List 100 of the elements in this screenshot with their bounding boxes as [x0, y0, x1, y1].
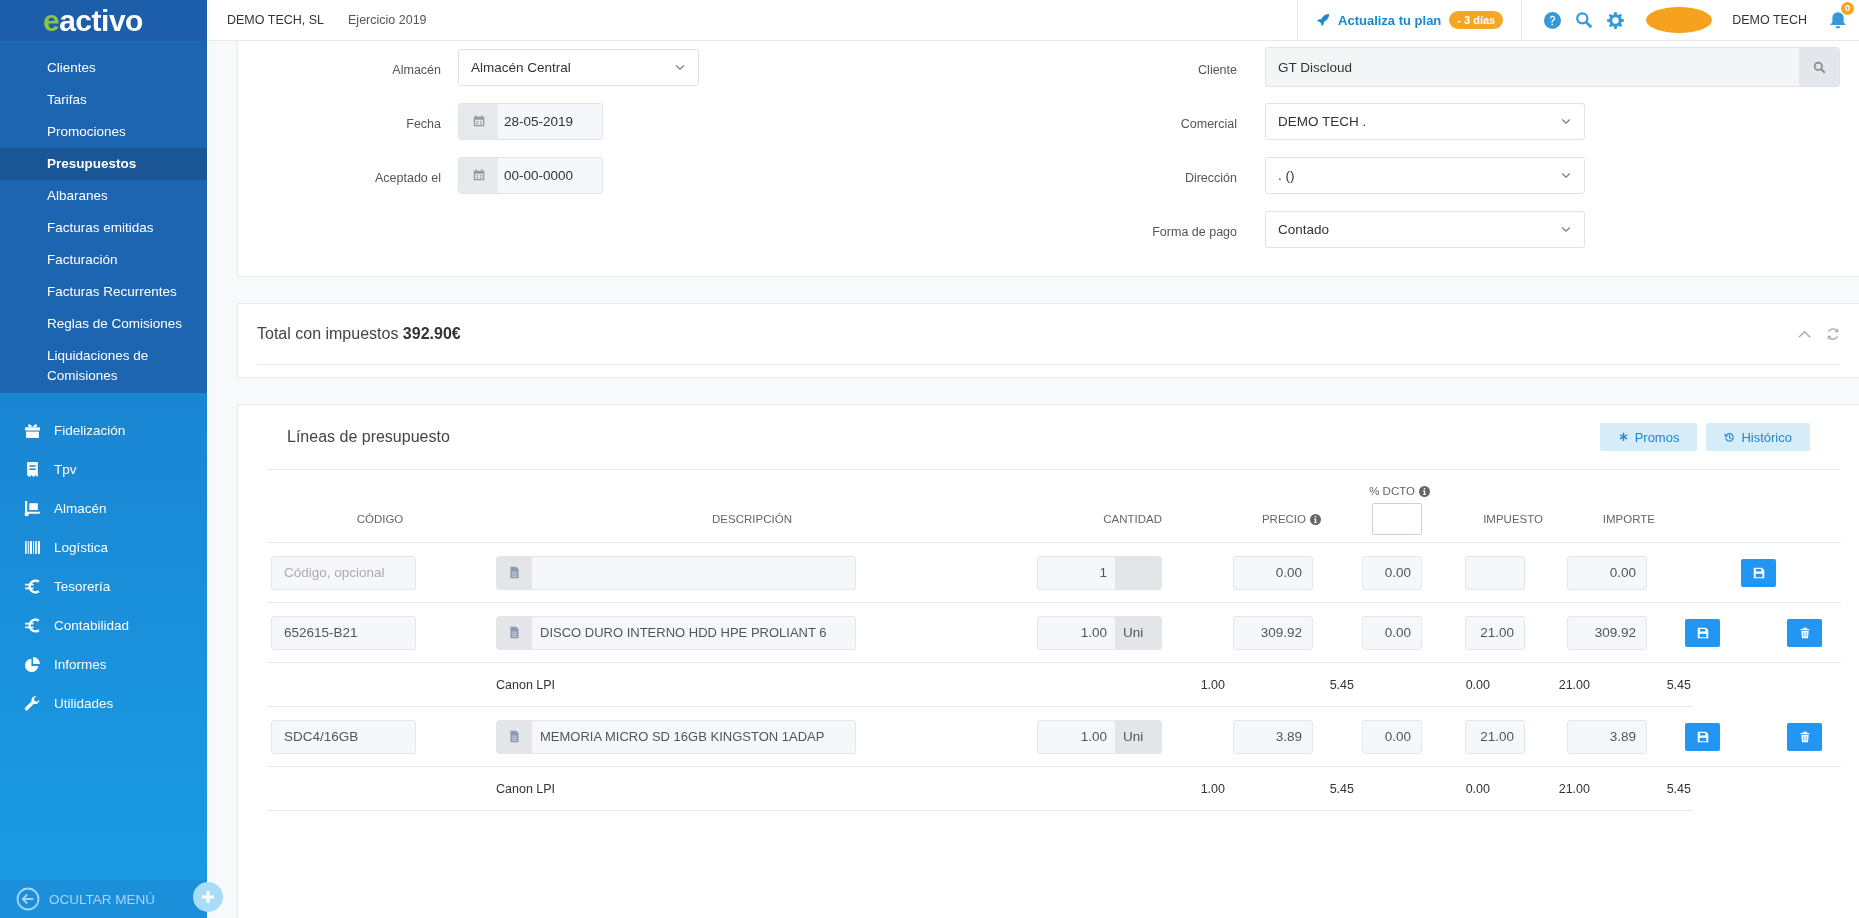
save-button[interactable]	[1685, 722, 1720, 751]
document-icon	[508, 566, 521, 579]
column-header: DESCRIPCIÓN	[712, 513, 792, 525]
select-field[interactable]: DEMO TECH .	[1265, 102, 1585, 140]
bell-icon	[1829, 11, 1847, 29]
submenu-item[interactable]: Clientes	[0, 52, 207, 84]
tax-field[interactable]: 21.00	[1465, 615, 1525, 650]
menu-item-label: Informes	[54, 657, 107, 672]
code-field[interactable]: SDC4/16GB	[271, 719, 416, 754]
column-header: % DCTO	[1369, 485, 1415, 497]
column-header: PRECIO	[1261, 513, 1306, 525]
discount-filter-input[interactable]	[1372, 503, 1422, 535]
description-field[interactable]	[496, 555, 856, 590]
field-label: Forma de pago	[1151, 224, 1237, 239]
help-icon	[1544, 11, 1562, 29]
menu-item-label: Tpv	[54, 462, 77, 477]
fee-discount: 0.00	[1464, 781, 1490, 796]
history-icon	[1724, 431, 1736, 443]
fee-tax: 21.00	[1557, 781, 1590, 796]
search-button[interactable]	[1799, 48, 1839, 86]
column-header: IMPORTE	[1602, 513, 1655, 525]
discount-field[interactable]: 0.00	[1362, 615, 1422, 650]
fee-amount: 5.45	[1665, 677, 1691, 692]
delete-button[interactable]	[1787, 618, 1822, 647]
submenu-item[interactable]: Facturas Recurrentes	[0, 276, 207, 308]
user-name[interactable]: DEMO TECH	[1732, 13, 1807, 27]
section-title: Líneas de presupuesto	[286, 428, 451, 446]
description-field[interactable]: MEMORIA MICRO SD 16GB KINGSTON 1ADAP	[496, 719, 856, 754]
info-icon	[1310, 513, 1321, 525]
column-header: CÓDIGO	[356, 513, 404, 525]
rocket-icon	[1316, 13, 1330, 27]
discount-field[interactable]: 0.00	[1362, 555, 1422, 590]
fee-discount: 0.00	[1464, 677, 1490, 692]
save-icon	[1696, 626, 1709, 639]
company-name: DEMO TECH, SL	[226, 13, 324, 27]
search-icon	[1812, 60, 1826, 74]
price-field[interactable]: 3.89	[1233, 719, 1313, 754]
barcode-icon	[24, 539, 41, 556]
menu-item-label: Logística	[54, 540, 109, 555]
trial-badge: - 3 días	[1449, 11, 1504, 29]
trash-icon	[1798, 626, 1811, 639]
hide-menu-label: OCULTAR MENÚ	[49, 891, 155, 907]
fiscal-year[interactable]: Ejercicio 2019	[348, 13, 427, 27]
description-field[interactable]: DISCO DURO INTERNO HDD HPE PROLIANT 6	[496, 615, 856, 650]
submenu-item[interactable]: Presupuestos	[0, 148, 207, 180]
submenu-item[interactable]: Reglas de Comisiones	[0, 308, 207, 340]
save-icon	[1752, 566, 1765, 579]
submenu-item[interactable]: Promociones	[0, 116, 207, 148]
euro-icon	[24, 617, 41, 634]
menu-item[interactable]: Logística	[0, 528, 207, 567]
save-button[interactable]	[1685, 618, 1720, 647]
price-field[interactable]: 309.92	[1233, 615, 1313, 650]
client-field[interactable]: GT Discloud	[1265, 47, 1840, 87]
quantity-field[interactable]: 1	[1037, 555, 1162, 590]
code-input[interactable]: Código, opcional	[271, 555, 416, 590]
submenu-item[interactable]: Tarifas	[0, 84, 207, 116]
amount-field[interactable]: 309.92	[1567, 615, 1647, 650]
info-icon	[1419, 485, 1430, 497]
quantity-field[interactable]: 1.00 Uni	[1037, 719, 1162, 754]
select-field[interactable]: Contado	[1265, 210, 1585, 248]
pie-chart-icon	[24, 656, 41, 673]
refresh-icon	[1826, 326, 1840, 341]
date-field[interactable]: 28-05-2019	[458, 102, 603, 140]
save-icon	[1696, 730, 1709, 743]
price-field[interactable]: 0.00	[1233, 555, 1313, 590]
delete-button[interactable]	[1787, 722, 1822, 751]
menu-item[interactable]: Tesorería	[0, 567, 207, 606]
save-button[interactable]	[1741, 558, 1776, 587]
discount-field[interactable]: 0.00	[1362, 719, 1422, 754]
column-header: IMPUESTO	[1483, 513, 1543, 525]
field-label: Comercial	[1179, 116, 1237, 131]
upgrade-link[interactable]: Actualiza tu plan	[1338, 12, 1442, 28]
fee-quantity: 1.00	[1199, 781, 1225, 796]
quantity-field[interactable]: 1.00 Uni	[1037, 615, 1162, 650]
app-logo: eactivo	[43, 3, 143, 38]
submenu-item[interactable]: Facturas emitidas	[0, 212, 207, 244]
field-label: Fecha	[405, 116, 441, 131]
wrench-icon	[24, 695, 41, 712]
submenu-item[interactable]: Liquidaciones de Comisiones	[0, 340, 207, 392]
tax-field[interactable]: 21.00	[1465, 719, 1525, 754]
menu-item-label: Contabilidad	[54, 618, 130, 633]
amount-field[interactable]: 0.00	[1567, 555, 1647, 590]
gift-icon	[24, 422, 41, 439]
select-field[interactable]: . ()	[1265, 156, 1585, 194]
fee-description: Canon LPI	[496, 677, 557, 692]
submenu-item[interactable]: Albaranes	[0, 180, 207, 212]
submenu-item[interactable]: Facturación	[0, 244, 207, 276]
field-label: Aceptado el	[373, 170, 441, 185]
fee-price: 5.45	[1328, 781, 1354, 796]
tax-field[interactable]	[1465, 555, 1525, 590]
menu-item[interactable]: Fidelización	[0, 411, 207, 450]
date-field[interactable]: 00-00-0000	[458, 156, 603, 194]
field-label: Almacén	[391, 62, 441, 77]
menu-item[interactable]: Tpv	[0, 450, 207, 489]
code-field[interactable]: 652615-B21	[271, 615, 416, 650]
menu-item-label: Tesorería	[54, 579, 111, 594]
amount-field[interactable]: 3.89	[1567, 719, 1647, 754]
document-icon	[508, 730, 521, 743]
select-field[interactable]: Almacén Central	[458, 48, 699, 86]
menu-item[interactable]: Almacén	[0, 489, 207, 528]
